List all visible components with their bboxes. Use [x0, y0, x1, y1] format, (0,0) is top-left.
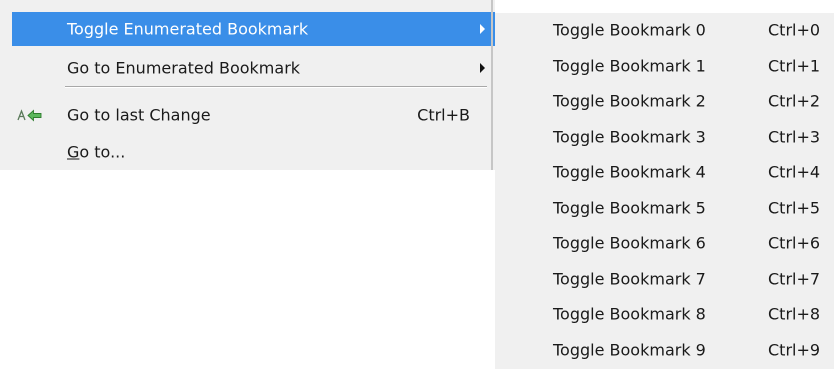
submenu-arrow-icon: [480, 63, 485, 73]
submenu-item-label: Toggle Bookmark 7: [553, 269, 706, 288]
submenu-item-shortcut: Ctrl+7: [768, 269, 821, 288]
submenu-arrow-icon: [480, 24, 485, 34]
mnemonic-letter: G: [67, 142, 80, 162]
submenu-item-toggle-bookmark-8[interactable]: Toggle Bookmark 8 Ctrl+8: [495, 297, 834, 331]
submenu-item-shortcut: Ctrl+0: [768, 20, 821, 40]
submenu-item-label: Toggle Bookmark 0: [553, 20, 706, 40]
submenu-item-shortcut: Ctrl+2: [768, 91, 821, 111]
submenu-item-toggle-bookmark-2[interactable]: Toggle Bookmark 2 Ctrl+2: [495, 84, 834, 118]
submenu-item-shortcut: Ctrl+4: [768, 162, 821, 182]
menu-item-label: Go to last Change: [67, 105, 211, 125]
submenu-item-label: Toggle Bookmark 2: [553, 91, 706, 111]
menu-item-label-rest: o to...: [79, 142, 126, 162]
submenu-item-toggle-bookmark-9[interactable]: Toggle Bookmark 9 Ctrl+9: [495, 333, 834, 367]
submenu-item-toggle-bookmark-0[interactable]: Toggle Bookmark 0 Ctrl+0: [495, 13, 834, 47]
menu-item-toggle-enumerated-bookmark[interactable]: Toggle Enumerated Bookmark: [12, 12, 495, 46]
menu-item-go-to-enumerated-bookmark[interactable]: Go to Enumerated Bookmark: [0, 51, 495, 85]
submenu-item-shortcut: Ctrl+3: [768, 127, 821, 146]
submenu-item-label: Toggle Bookmark 5: [553, 198, 706, 217]
bookmark-menu: Toggle Enumerated Bookmark Go to Enumera…: [0, 0, 495, 170]
submenu-item-label: Toggle Bookmark 1: [553, 56, 706, 75]
menu-item-label: Toggle Enumerated Bookmark: [67, 19, 309, 39]
submenu-item-toggle-bookmark-4[interactable]: Toggle Bookmark 4 Ctrl+4: [495, 155, 834, 189]
submenu-item-toggle-bookmark-5[interactable]: Toggle Bookmark 5 Ctrl+5: [495, 191, 834, 225]
menu-item-go-to[interactable]: Go to...: [0, 135, 495, 169]
submenu-item-label: Toggle Bookmark 8: [553, 304, 706, 324]
submenu-item-toggle-bookmark-7[interactable]: Toggle Bookmark 7 Ctrl+7: [495, 262, 834, 296]
submenu-item-shortcut: Ctrl+1: [768, 56, 821, 75]
toggle-bookmark-submenu: Toggle Bookmark 0 Ctrl+0 Toggle Bookmark…: [495, 13, 834, 369]
submenu-item-label: Toggle Bookmark 3: [553, 127, 706, 146]
menu-item-label: Go to Enumerated Bookmark: [67, 58, 301, 78]
menu-border: [491, 0, 493, 170]
submenu-item-shortcut: Ctrl+9: [768, 340, 821, 359]
go-to-last-change-icon: [16, 107, 44, 123]
menu-item-label: Go to...: [67, 143, 125, 162]
submenu-item-toggle-bookmark-1[interactable]: Toggle Bookmark 1 Ctrl+1: [495, 49, 834, 83]
submenu-item-label: Toggle Bookmark 9: [553, 340, 706, 359]
submenu-item-toggle-bookmark-6[interactable]: Toggle Bookmark 6 Ctrl+6: [495, 226, 834, 260]
submenu-item-shortcut: Ctrl+6: [768, 233, 821, 253]
submenu-item-shortcut: Ctrl+5: [768, 198, 821, 217]
submenu-item-toggle-bookmark-3[interactable]: Toggle Bookmark 3 Ctrl+3: [495, 120, 834, 154]
menu-separator: [65, 86, 487, 87]
screen: Toggle Enumerated Bookmark Go to Enumera…: [0, 0, 834, 369]
menu-item-shortcut: Ctrl+B: [417, 105, 470, 125]
submenu-item-label: Toggle Bookmark 6: [553, 233, 706, 253]
menu-item-go-to-last-change[interactable]: Go to last Change Ctrl+B: [0, 98, 495, 132]
submenu-item-label: Toggle Bookmark 4: [553, 162, 706, 182]
submenu-item-shortcut: Ctrl+8: [768, 304, 821, 324]
